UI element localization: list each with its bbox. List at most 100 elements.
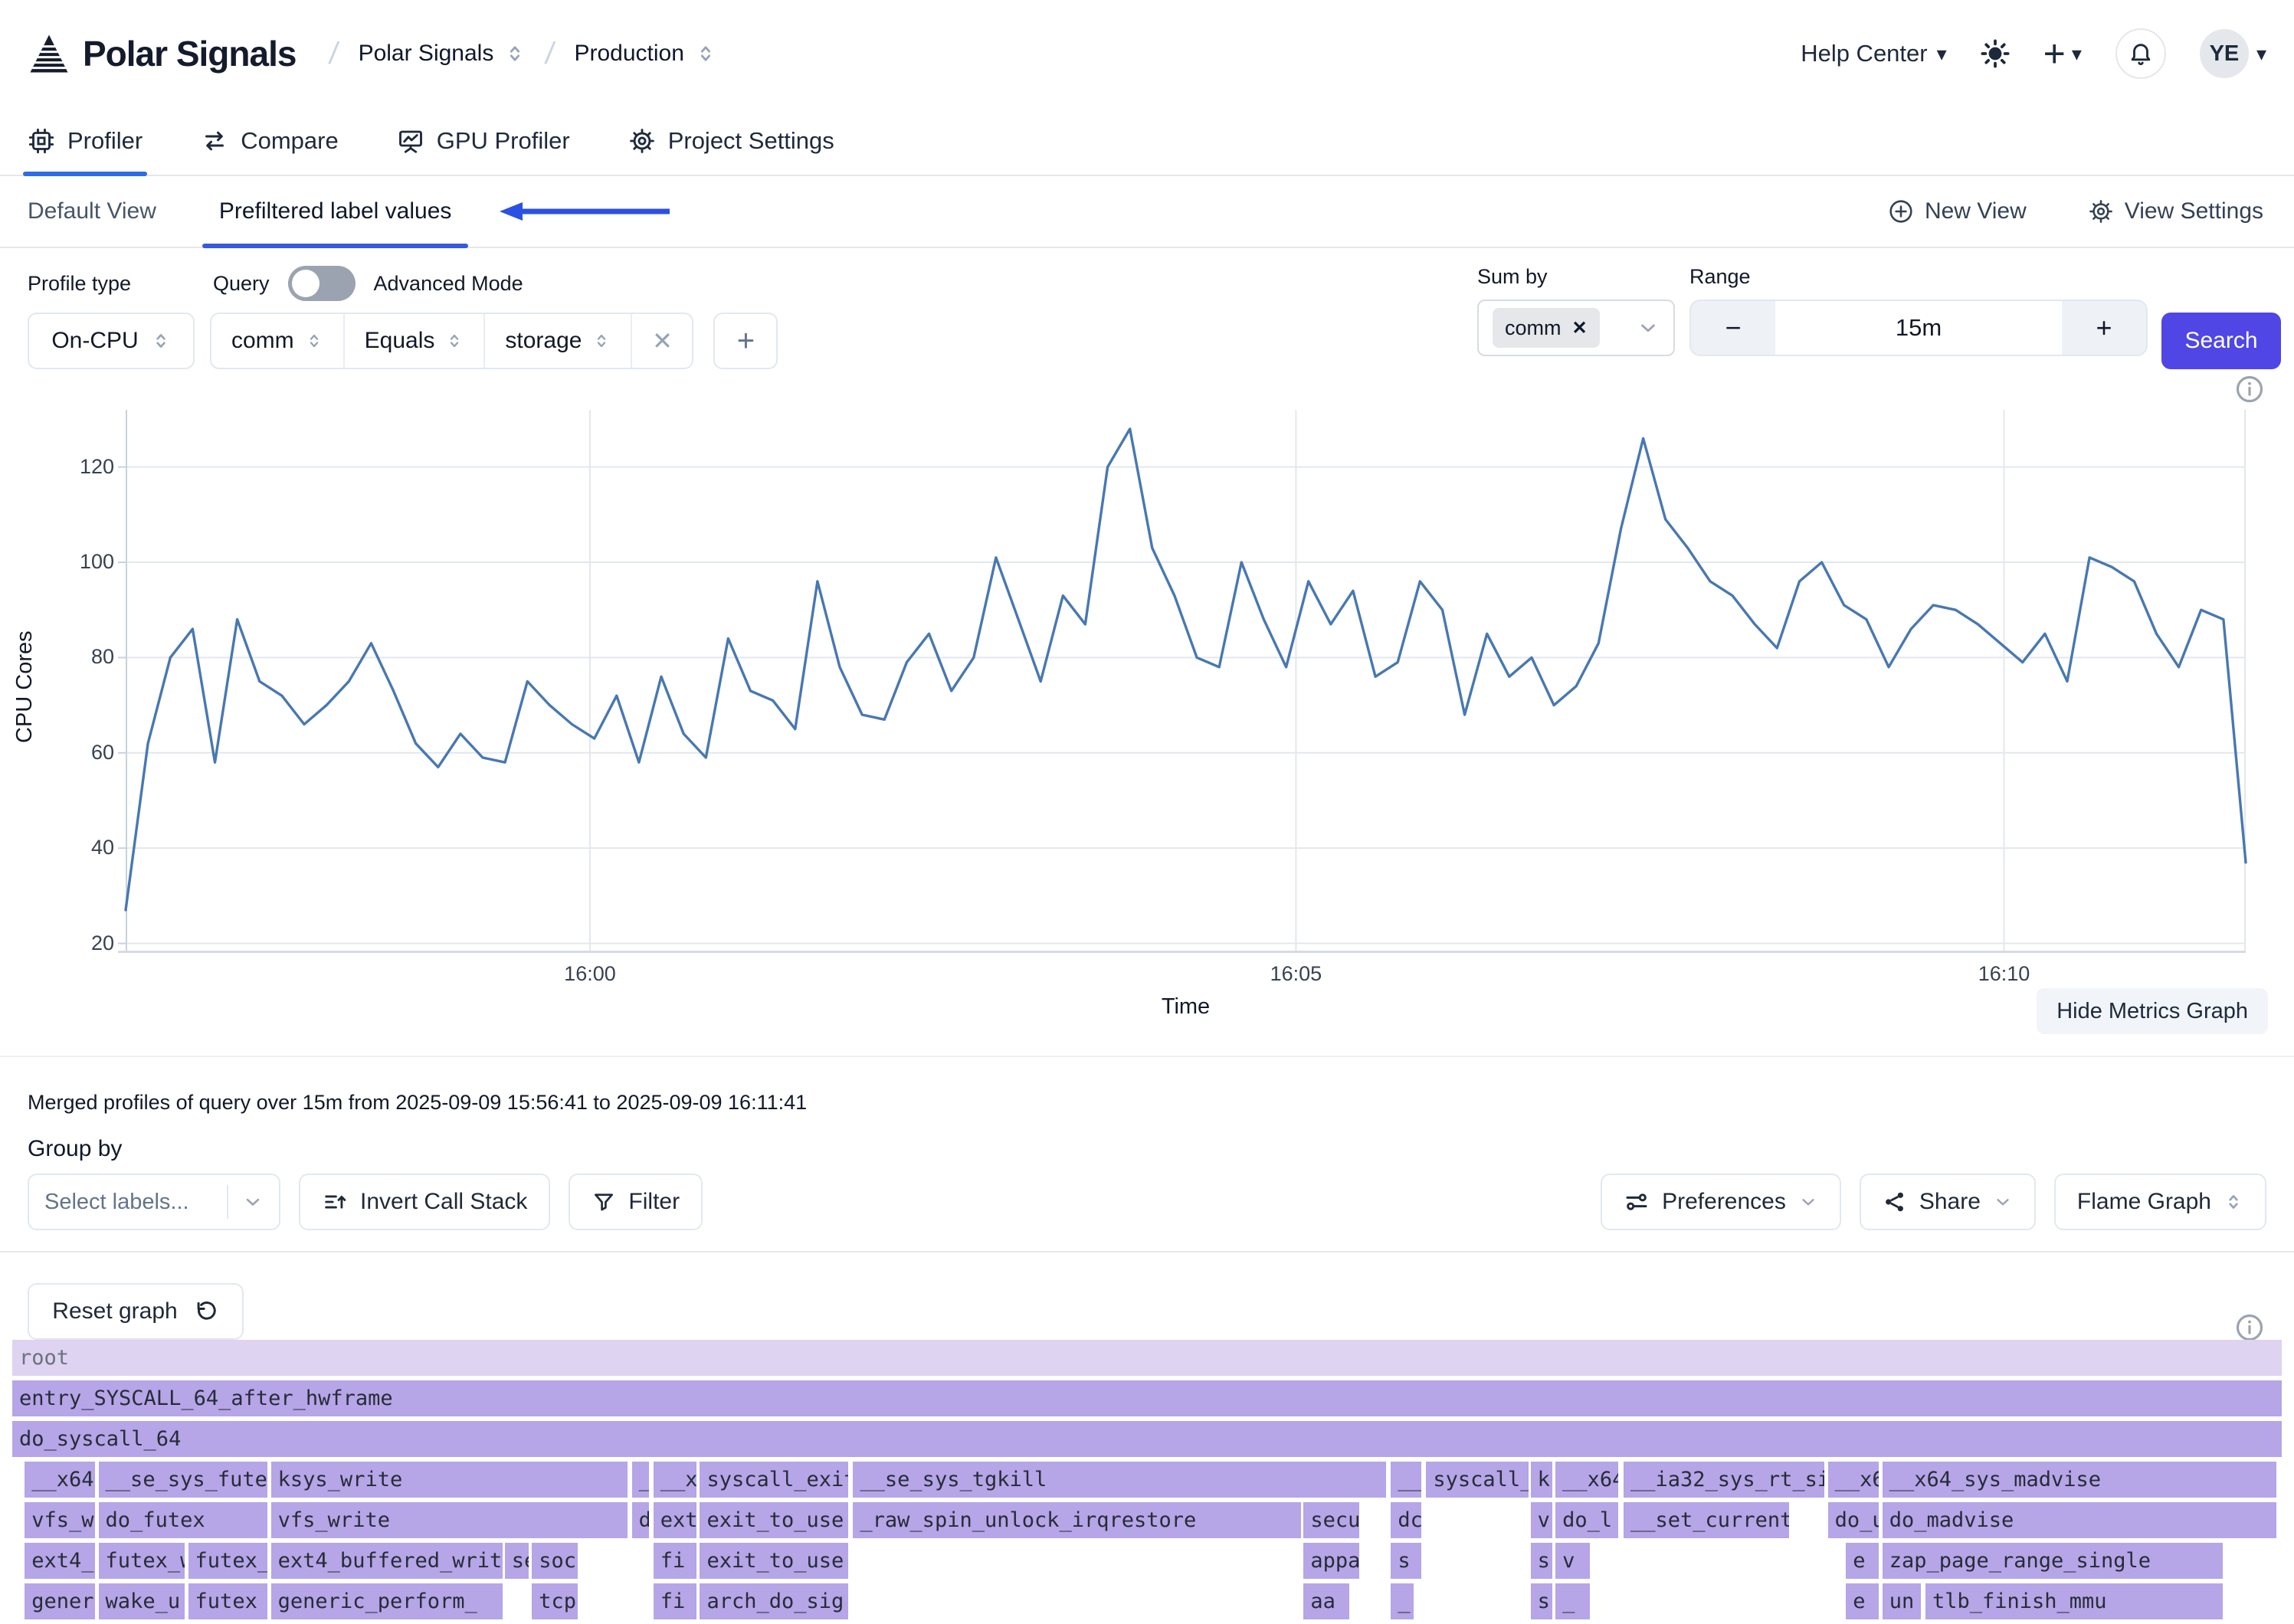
remove-matcher-button[interactable]: ✕ xyxy=(632,314,692,368)
flame-cell[interactable]: exit_to_use xyxy=(700,1502,848,1538)
flame-cell[interactable]: s xyxy=(1531,1543,1552,1579)
flame-graph[interactable]: root entry_SYSCALL_64_after_hwframe do_sys… xyxy=(0,1340,2294,1619)
flame-cell[interactable]: zap_page_range_single xyxy=(1883,1543,2223,1579)
help-center-menu[interactable]: Help Center ▾ xyxy=(1801,40,1946,67)
flame-cell[interactable]: arch_do_sig xyxy=(700,1583,848,1619)
flame-cell[interactable]: appa xyxy=(1303,1543,1359,1579)
notifications-button[interactable] xyxy=(2115,28,2166,79)
flame-cell[interactable]: s xyxy=(1531,1583,1552,1619)
flame-cell[interactable]: ext xyxy=(654,1502,696,1538)
group-by-select[interactable]: Select labels... xyxy=(28,1174,280,1230)
polar-signals-logo[interactable]: Polar Signals xyxy=(28,32,296,75)
flame-cell[interactable]: generic_perform_ xyxy=(271,1583,503,1619)
flame-cell[interactable]: vfs_write xyxy=(271,1502,628,1538)
flame-cell[interactable]: __x6 xyxy=(1828,1462,1879,1498)
matcher-value-select[interactable]: storage xyxy=(485,314,632,368)
flame-cell[interactable]: gener xyxy=(25,1583,95,1619)
flame-cell[interactable]: ext4_buffered_write. xyxy=(271,1543,503,1579)
reset-graph-button[interactable]: Reset graph xyxy=(28,1283,244,1340)
flame-cell[interactable]: v xyxy=(1555,1543,1589,1579)
preferences-button[interactable]: Preferences xyxy=(1601,1174,1841,1230)
breadcrumb-org-selector[interactable]: Polar Signals xyxy=(359,41,526,67)
flame-cell[interactable]: e xyxy=(1846,1543,1879,1579)
flame-cell[interactable]: fi xyxy=(654,1543,696,1579)
flame-cell[interactable]: tcp xyxy=(532,1583,577,1619)
profile-type-select[interactable]: On-CPU xyxy=(28,313,195,369)
flame-cell[interactable]: __set_current_ xyxy=(1624,1502,1789,1538)
flame-cell[interactable]: do_madvise xyxy=(1883,1502,2276,1538)
filter-button[interactable]: Filter xyxy=(569,1174,703,1230)
flame-cell[interactable]: syscall_ xyxy=(1426,1462,1528,1498)
flame-cell[interactable]: secu xyxy=(1303,1502,1359,1538)
flame-cell[interactable]: do_futex xyxy=(99,1502,268,1538)
tab-prefiltered-label-values[interactable]: Prefiltered label values xyxy=(219,176,452,247)
hide-metrics-graph-button[interactable]: Hide Metrics Graph xyxy=(2037,988,2268,1034)
flame-cell[interactable]: entry_SYSCALL_64_after_hwframe xyxy=(12,1380,2282,1416)
theme-sun-icon[interactable] xyxy=(1981,39,2010,68)
flame-cell[interactable]: aa xyxy=(1303,1583,1349,1619)
flame-cell[interactable]: __x64 xyxy=(1555,1462,1617,1498)
flame-cell[interactable]: futex_w xyxy=(99,1543,185,1579)
range-decrease-button[interactable]: − xyxy=(1691,301,1775,355)
flame-cell[interactable]: _ xyxy=(1555,1583,1589,1619)
tab-compare[interactable]: Compare xyxy=(201,107,339,175)
add-matcher-button[interactable]: + xyxy=(713,313,778,369)
info-icon[interactable] xyxy=(2234,1312,2265,1343)
flame-cell[interactable]: d xyxy=(632,1502,649,1538)
flame-cell[interactable]: __ xyxy=(1391,1462,1421,1498)
user-menu[interactable]: YE ▾ xyxy=(2200,29,2266,78)
flame-cell[interactable]: dc xyxy=(1391,1502,1421,1538)
flame-cell[interactable]: do_syscall_64 xyxy=(12,1421,2282,1457)
flame-cell[interactable]: _raw_spin_unlock_irqrestore xyxy=(853,1502,1301,1538)
flame-cell[interactable]: __se_sys_futex xyxy=(99,1462,268,1498)
flame-cell[interactable]: fi xyxy=(654,1583,696,1619)
flame-cell[interactable]: un xyxy=(1883,1583,1921,1619)
flame-cell[interactable]: se xyxy=(505,1543,529,1579)
visualization-type-select[interactable]: Flame Graph xyxy=(2054,1174,2266,1230)
flame-cell[interactable]: __x xyxy=(654,1462,696,1498)
info-icon[interactable] xyxy=(2234,374,2265,404)
flame-cell[interactable]: do_u xyxy=(1828,1502,1879,1538)
flame-cell[interactable]: root xyxy=(12,1340,2282,1376)
flame-cell[interactable]: __x64_sys_madvise xyxy=(1883,1462,2276,1498)
sum-by-select[interactable]: comm ✕ xyxy=(1477,300,1675,356)
metrics-line-chart[interactable] xyxy=(126,410,2246,953)
flame-cell[interactable]: futex xyxy=(188,1583,268,1619)
range-increase-button[interactable]: + xyxy=(2062,301,2146,355)
tab-profiler[interactable]: Profiler xyxy=(28,107,143,175)
flame-cell[interactable]: _ xyxy=(632,1462,649,1498)
flame-cell[interactable]: s xyxy=(1391,1543,1421,1579)
flame-cell[interactable]: __se_sys_tgkill xyxy=(853,1462,1386,1498)
flame-cell[interactable]: __ia32_sys_rt_sig xyxy=(1624,1462,1824,1498)
flame-cell[interactable]: wake_u xyxy=(99,1583,185,1619)
matcher-operator-select[interactable]: Equals xyxy=(345,314,486,368)
share-button[interactable]: Share xyxy=(1860,1174,2036,1230)
flame-cell[interactable]: v xyxy=(1531,1502,1552,1538)
flame-cell[interactable]: soc xyxy=(532,1543,577,1579)
create-new-menu[interactable]: + ▾ xyxy=(2043,31,2082,76)
flame-cell[interactable]: ext4_ xyxy=(25,1543,95,1579)
search-button[interactable]: Search xyxy=(2161,313,2281,369)
breadcrumb-project-selector[interactable]: Production xyxy=(574,41,716,67)
flame-cell[interactable]: ksys_write xyxy=(271,1462,628,1498)
tab-project-settings[interactable]: Project Settings xyxy=(628,107,834,175)
chip-close-icon[interactable]: ✕ xyxy=(1572,317,1588,339)
tab-default-view[interactable]: Default View xyxy=(28,176,156,247)
tab-gpu-profiler[interactable]: GPU Profiler xyxy=(397,107,570,175)
flame-cell[interactable]: __x64. xyxy=(25,1462,95,1498)
view-settings-button[interactable]: View Settings xyxy=(2088,198,2263,224)
flame-cell[interactable]: futex_ xyxy=(188,1543,268,1579)
range-value[interactable]: 15m xyxy=(1775,301,2062,355)
flame-cell[interactable]: syscall_exit_ xyxy=(700,1462,848,1498)
flame-cell[interactable]: vfs_w xyxy=(25,1502,95,1538)
new-view-button[interactable]: New View xyxy=(1888,198,2027,224)
flame-cell[interactable]: do_l xyxy=(1555,1502,1617,1538)
flame-cell[interactable]: exit_to_use xyxy=(700,1543,848,1579)
invert-call-stack-button[interactable]: Invert Call Stack xyxy=(299,1174,550,1230)
matcher-key-select[interactable]: comm xyxy=(211,314,345,368)
advanced-mode-toggle[interactable] xyxy=(288,266,356,301)
flame-cell[interactable]: k xyxy=(1531,1462,1552,1498)
flame-cell[interactable]: _ xyxy=(1391,1583,1414,1619)
flame-cell[interactable]: tlb_finish_mmu xyxy=(1925,1583,2223,1619)
flame-cell[interactable]: e xyxy=(1846,1583,1879,1619)
